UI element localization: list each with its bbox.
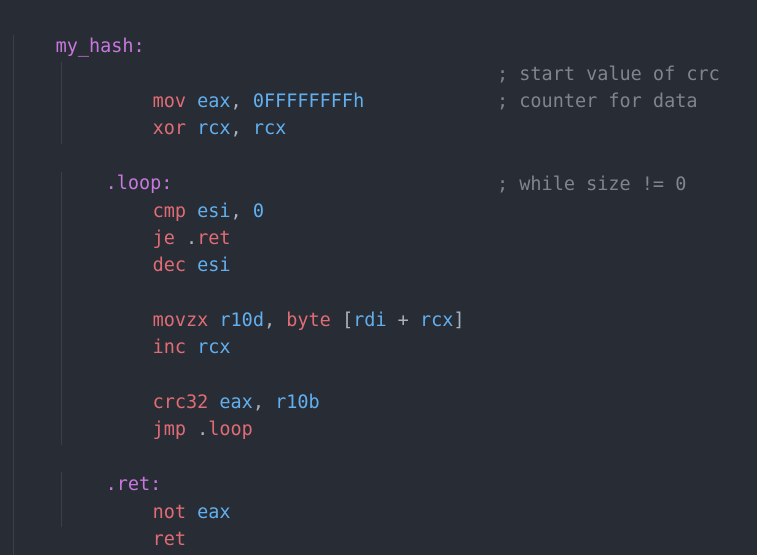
register-operand: rcx (197, 337, 231, 358)
register-operand: eax (197, 502, 231, 523)
code-comment: ; start value of crc (497, 64, 720, 85)
code-editor[interactable]: my_hash: mov eax, 0FFFFFFFFh ; start val… (0, 0, 757, 555)
code-line-mov: mov eax, 0FFFFFFFFh (152, 91, 365, 112)
register-operand: r10b (275, 392, 320, 413)
code-line-crc32: crc32 eax, r10b (152, 392, 320, 413)
size-specifier: byte (286, 310, 331, 331)
jump-target: loop (208, 419, 253, 440)
instruction-mnemonic: inc (152, 337, 186, 358)
instruction-mnemonic: jmp (152, 419, 186, 440)
instruction-mnemonic: xor (152, 118, 186, 139)
code-line-jmp: jmp .loop (152, 419, 253, 440)
code-line-ret-label: .ret: (61, 444, 162, 495)
indent-guide (13, 35, 14, 555)
code-line-cmp: cmp esi, 0 (152, 201, 264, 222)
function-label: my_hash: (55, 36, 145, 57)
instruction-mnemonic: dec (152, 255, 186, 276)
code-comment: ; while size != 0 (497, 174, 687, 195)
code-line-xor: xor rcx, rcx (152, 118, 287, 139)
code-line-je: je .ret (152, 228, 231, 249)
code-line-loop-label: .loop: (61, 143, 173, 194)
code-line-ret: ret (108, 499, 186, 550)
code-line-dec: dec esi (108, 225, 231, 276)
code-line-inc: inc rcx (108, 307, 231, 358)
indent-guide (61, 62, 62, 144)
register-operand: rcx (197, 118, 231, 139)
instruction-mnemonic: ret (152, 529, 186, 550)
code-line-movzx: movzx r10d, byte [rdi + rcx] (152, 310, 465, 331)
code-comment: ; counter for data (497, 91, 698, 112)
register-operand: rdi (353, 310, 387, 331)
register-operand: rcx (419, 310, 454, 331)
register-operand: esi (197, 255, 231, 276)
immediate-operand: 0 (252, 201, 264, 222)
register-operand: rcx (252, 118, 287, 139)
code-line-not: not eax (108, 472, 231, 523)
code-line-func-label: my_hash: (11, 6, 145, 57)
